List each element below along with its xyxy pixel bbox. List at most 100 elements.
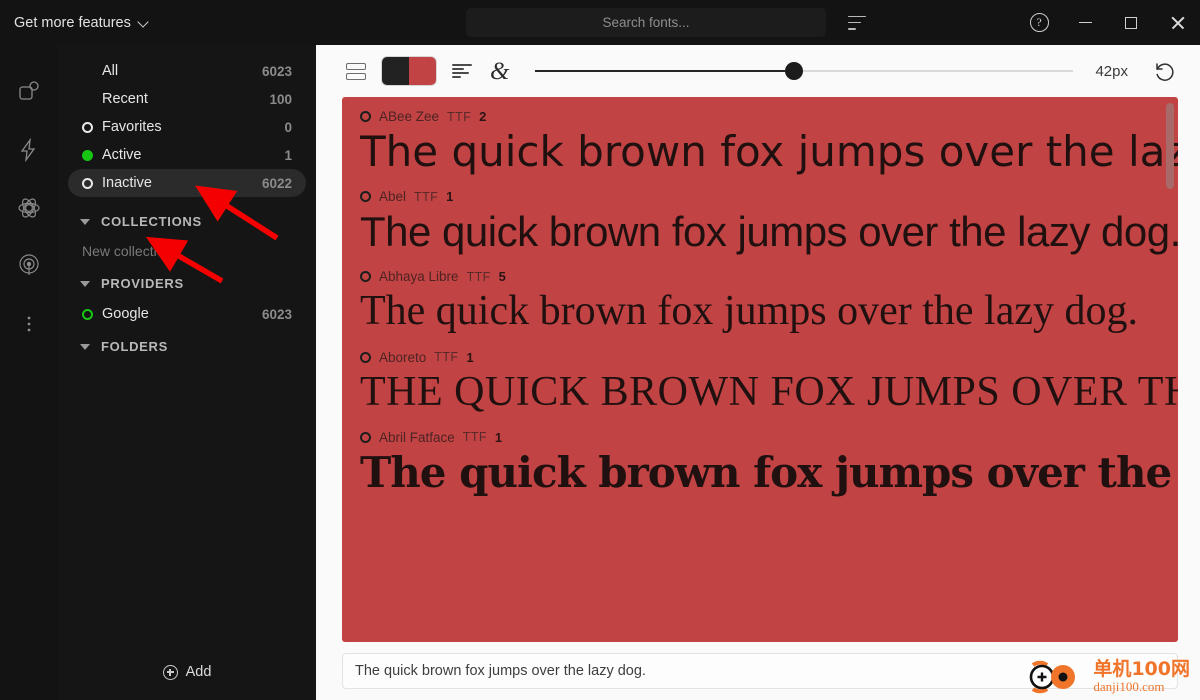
plus-circle-icon — [162, 664, 178, 680]
font-name: Aboreto — [379, 349, 427, 365]
sidebar-item-count: 0 — [284, 119, 292, 135]
sample-text-value: The quick brown fox jumps over the lazy … — [355, 663, 646, 679]
circle-outline-icon[interactable] — [360, 351, 371, 363]
circle-outline-icon[interactable] — [360, 431, 371, 443]
font-name: Abhaya Libre — [379, 269, 459, 285]
sidebar-item-all[interactable]: All 6023 — [68, 57, 306, 85]
minimize-icon — [1078, 21, 1092, 24]
rail-item-sync[interactable] — [9, 237, 49, 295]
font-list-item[interactable]: Abel TTF 1 The quick brown fox jumps ove… — [342, 177, 1178, 257]
close-button[interactable] — [1154, 0, 1200, 45]
sidebar-item-active[interactable]: Active 1 — [68, 141, 306, 169]
sidebar-item-label: Favorites — [102, 119, 162, 135]
sidebar-item-label: Recent — [102, 91, 148, 107]
atom-icon — [18, 198, 40, 218]
add-button-label: Add — [185, 664, 212, 680]
font-list[interactable]: ABee Zee TTF 2 The quick brown fox jumps… — [342, 97, 1178, 642]
sidebar-item-count: 100 — [269, 91, 292, 107]
section-label: COLLECTIONS — [101, 214, 202, 229]
text-align-left-icon[interactable] — [452, 63, 472, 79]
vertical-scrollbar[interactable] — [1166, 103, 1174, 189]
icon-rail — [0, 45, 58, 700]
help-button[interactable]: ? — [1016, 0, 1062, 45]
font-preview-area: ABee Zee TTF 2 The quick brown fox jumps… — [316, 97, 1200, 642]
sidebar-item-count: 6022 — [261, 175, 292, 191]
circle-outline-icon[interactable] — [360, 271, 371, 283]
font-style-count: 2 — [479, 109, 487, 124]
preview-toolbar: & 42px — [316, 45, 1200, 97]
close-icon — [1170, 15, 1185, 30]
add-button[interactable]: Add — [58, 644, 316, 700]
chevron-down-icon — [139, 17, 150, 28]
font-list-item[interactable]: Abril Fatface TTF 1 The quick brown fox … — [342, 418, 1178, 498]
sidebar-item-favorites[interactable]: Favorites 0 — [68, 113, 306, 141]
sidebar-item-inactive[interactable]: Inactive 6022 — [68, 169, 306, 197]
maximize-button[interactable] — [1108, 0, 1154, 45]
font-meta: Aboreto TTF 1 — [360, 338, 1178, 365]
lightning-bolt-icon — [20, 138, 36, 162]
sidebar-item-count: 1 — [284, 147, 292, 163]
broadcast-icon — [19, 254, 39, 275]
font-sample-text: THE QUICK BROWN FOX JUMPS OVER THE LAZY … — [360, 368, 1178, 415]
watermark: 单机100网 danji100.com — [1025, 659, 1190, 694]
sidebar: All 6023 Recent 100 Favorites 0 Active 1 — [58, 45, 316, 700]
circle-outline-icon[interactable] — [360, 191, 371, 203]
font-size-slider[interactable] — [535, 61, 1074, 81]
section-label: FOLDERS — [101, 339, 169, 354]
font-list-item[interactable]: ABee Zee TTF 2 The quick brown fox jumps… — [342, 97, 1178, 177]
title-bar: Get more features Search fonts... ? — [0, 0, 1200, 45]
sidebar-section-collections[interactable]: COLLECTIONS — [58, 214, 316, 229]
sidebar-section-folders[interactable]: FOLDERS — [58, 339, 316, 354]
caret-down-icon — [80, 343, 90, 350]
font-format: TTF — [414, 189, 439, 204]
rail-item-plugins[interactable] — [9, 179, 49, 237]
new-collection-button[interactable]: New collection — [58, 243, 316, 259]
get-more-features-button[interactable]: Get more features — [0, 15, 316, 31]
duplicate-shape-icon — [19, 81, 39, 100]
font-list-item[interactable]: Abhaya Libre TTF 5 The quick brown fox j… — [342, 257, 1178, 337]
rows-view-button[interactable] — [336, 51, 376, 91]
swatch-foreground — [382, 57, 409, 85]
reset-button[interactable] — [1144, 51, 1184, 91]
font-name: Abel — [379, 189, 407, 205]
rail-item-activate[interactable] — [9, 121, 49, 179]
slider-knob[interactable] — [784, 62, 803, 80]
watermark-logo-icon — [1030, 660, 1076, 694]
search-input[interactable]: Search fonts... — [466, 8, 826, 37]
font-style-count: 1 — [446, 189, 454, 205]
marker-none-icon — [82, 66, 93, 77]
font-name: ABee Zee — [379, 109, 440, 124]
font-meta: Abel TTF 1 — [360, 177, 1178, 204]
font-format: TTF — [434, 350, 459, 365]
font-size-label: 42px — [1095, 62, 1128, 80]
font-sample-text: The quick brown fox jumps over the lazy … — [360, 127, 1178, 176]
provider-name: Google — [102, 306, 149, 322]
circle-outline-icon — [82, 121, 93, 133]
more-vertical-icon — [27, 316, 31, 332]
swatch-background — [409, 57, 436, 85]
font-style-count: 1 — [466, 349, 474, 365]
sidebar-item-count: 6023 — [261, 63, 292, 79]
font-list-item[interactable]: Aboreto TTF 1 THE QUICK BROWN FOX JUMPS … — [342, 338, 1178, 418]
sidebar-item-label: All — [102, 63, 119, 79]
sidebar-item-recent[interactable]: Recent 100 — [68, 85, 306, 113]
maximize-icon — [1125, 16, 1137, 29]
circle-outline-icon — [82, 177, 93, 189]
font-sample-text: The quick brown fox jumps over the lazy … — [360, 447, 1178, 497]
app-body: All 6023 Recent 100 Favorites 0 Active 1 — [0, 45, 1200, 700]
ampersand-icon[interactable]: & — [490, 59, 509, 84]
rail-item-library[interactable] — [9, 63, 49, 121]
color-swatch-button[interactable] — [382, 57, 436, 85]
minimize-button[interactable] — [1062, 0, 1108, 45]
rail-item-more[interactable] — [9, 295, 49, 353]
main-panel: & 42px ABee Zee TTF 2 The quick brown fo… — [316, 45, 1200, 700]
font-format: TTF — [447, 109, 472, 124]
circle-outline-icon[interactable] — [360, 111, 371, 122]
sort-icon[interactable] — [848, 15, 866, 30]
caret-down-icon — [80, 218, 90, 225]
circle-outline-green-icon — [82, 308, 93, 320]
provider-item-google[interactable]: Google 6023 — [58, 306, 316, 322]
sidebar-section-providers[interactable]: PROVIDERS — [58, 276, 316, 291]
font-format: TTF — [462, 430, 487, 445]
font-meta: Abril Fatface TTF 1 — [360, 418, 1178, 445]
